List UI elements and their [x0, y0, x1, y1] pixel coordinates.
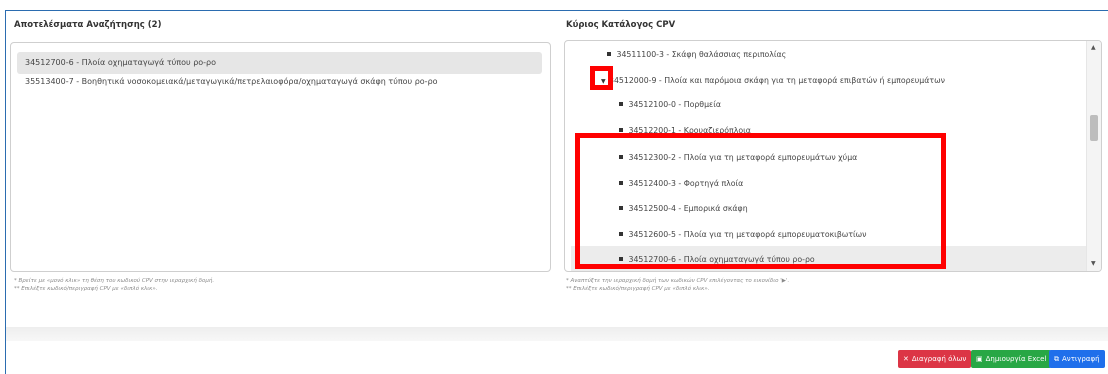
search-result-item[interactable]: 35513400-7 - Βοηθητικά νοσοκομειακά/μετα…: [17, 75, 542, 89]
search-results-box: 34512700-6 - Πλοία οχηματαγωγά τύπου ρο-…: [10, 42, 551, 272]
bullet-icon: [619, 102, 623, 106]
right-hint-expand: * Αναπτύξτε την ιεραρχική δομή των κωδικ…: [566, 278, 790, 284]
scrollbar-thumb[interactable]: [1090, 115, 1098, 141]
excel-file-icon: ▣: [976, 355, 983, 363]
create-excel-button[interactable]: ▣ Δημιουργία Excel: [971, 350, 1052, 368]
copy-icon: ⧉: [1054, 355, 1059, 363]
scroll-up-icon[interactable]: ▲: [1091, 44, 1096, 51]
tree-item-expanded[interactable]: ▼ 34512000-9 - Πλοία και παρόμοια σκάφη γ…: [601, 74, 945, 88]
bullet-icon: [619, 128, 623, 132]
footer-band: [6, 327, 1108, 341]
red-highlight-children: [575, 133, 946, 269]
left-hint-double-click: ** Επιλέξτε κωδικό/περιγραφή CPV με «διπ…: [14, 286, 158, 292]
left-hint-single-click: * Βρείτε με «μονό κλικ» τη θέση του κωδι…: [14, 278, 215, 284]
scroll-down-icon[interactable]: ▼: [1091, 260, 1096, 267]
bullet-icon: [607, 52, 611, 56]
right-hint-double-click: ** Επιλέξτε κωδικό/περιγραφή CPV με «διπ…: [566, 286, 710, 292]
tree-scrollbar[interactable]: ▲ ▼: [1086, 41, 1101, 271]
cpv-catalog-title: Κύριος Κατάλογος CPV: [566, 20, 676, 30]
copy-button[interactable]: ⧉ Αντιγραφή: [1049, 350, 1105, 368]
search-result-item[interactable]: 34512700-6 - Πλοία οχηματαγωγά τύπου ρο-…: [17, 52, 542, 74]
search-results-title: Αποτελέσματα Αναζήτησης (2): [14, 20, 162, 30]
delete-all-button[interactable]: ✕ Διαγραφή όλων: [898, 350, 972, 368]
tree-item[interactable]: 34511100-3 - Σκάφη θαλάσσιας περιπολίας: [607, 48, 786, 62]
close-icon: ✕: [903, 355, 909, 363]
red-highlight-caret: [590, 66, 613, 90]
tree-item[interactable]: 34512100-0 - Πορθμεία: [619, 98, 721, 112]
